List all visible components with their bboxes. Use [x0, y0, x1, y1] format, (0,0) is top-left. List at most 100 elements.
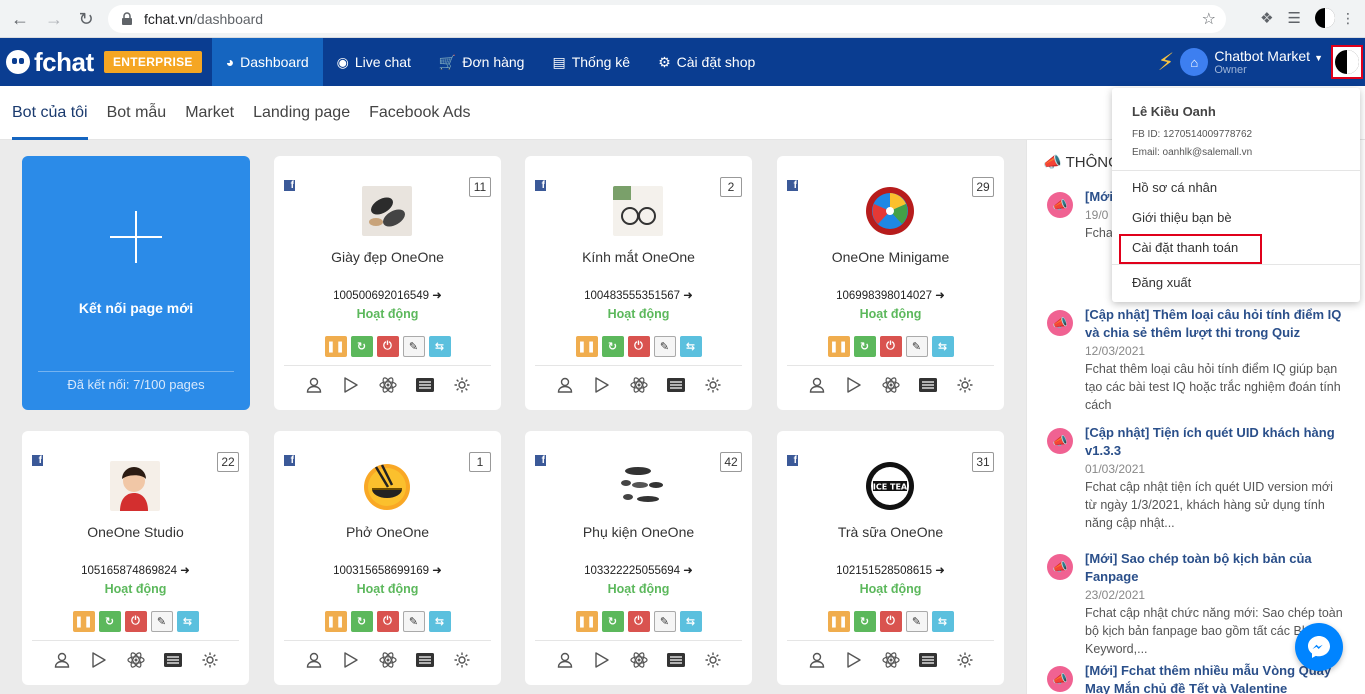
swap-button[interactable]: ⇆ [931, 336, 954, 357]
settings-gear-icon[interactable] [452, 650, 472, 670]
nav-statistics[interactable]: ▤ Thống kê [538, 38, 644, 86]
play-icon[interactable] [89, 650, 109, 670]
play-icon[interactable] [592, 650, 612, 670]
settings-gear-icon[interactable] [955, 375, 975, 395]
browser-menu-icon[interactable]: ⋮ [1341, 10, 1355, 27]
bot-card[interactable]: f 11 Giày đẹp OneOne 100500692016549 ➜ Hoạt … [274, 156, 501, 410]
sync-button[interactable]: ↻ [853, 611, 876, 632]
media-queue-icon[interactable]: ☰ [1288, 9, 1301, 27]
sync-button[interactable]: ↻ [350, 611, 373, 632]
bot-name[interactable]: Trà sữa OneOne [777, 524, 1004, 540]
bot-name[interactable]: OneOne Minigame [777, 249, 1004, 265]
list-card-icon[interactable] [415, 375, 435, 395]
list-card-icon[interactable] [163, 650, 183, 670]
play-icon[interactable] [592, 375, 612, 395]
shop-avatar[interactable]: ⌂ [1180, 48, 1209, 76]
list-card-icon[interactable] [666, 375, 686, 395]
power-button[interactable]: ⏻ [376, 336, 399, 357]
external-link-icon[interactable]: ➜ [683, 565, 693, 577]
tab-bot-templates[interactable]: Bot mẫu [107, 86, 167, 140]
news-headline[interactable]: [Cập nhật] Thêm loại câu hỏi tính điểm I… [1085, 306, 1347, 342]
edit-button[interactable]: ✎ [905, 611, 928, 632]
swap-button[interactable]: ⇆ [931, 611, 954, 632]
power-button[interactable]: ⏻ [124, 611, 147, 632]
nav-orders[interactable]: 🛒 Đơn hàng [425, 38, 539, 86]
menu-item-profile[interactable]: Hồ sơ cá nhân [1132, 180, 1217, 195]
tab-my-bots[interactable]: Bot của tôi [12, 86, 88, 140]
edit-button[interactable]: ✎ [653, 336, 676, 357]
bot-card[interactable]: f 42 Phụ kiện OneOne 103322225055694 ➜ Hoạt … [525, 431, 752, 685]
bot-card[interactable]: f 29 OneOne Minigame 106998398014027 ➜ Hoạt … [777, 156, 1004, 410]
menu-item-logout[interactable]: Đăng xuất [1132, 275, 1191, 290]
bot-card[interactable]: f 2 Kính mắt OneOne 100483555351567 ➜ Hoạt đ… [525, 156, 752, 410]
list-card-icon[interactable] [918, 375, 938, 395]
atom-icon[interactable] [378, 650, 398, 670]
bot-card[interactable]: f 1 Phở OneOne 100315658699169 ➜ Hoạt động ❚❚… [274, 431, 501, 685]
user-icon[interactable] [304, 650, 324, 670]
user-icon[interactable] [555, 650, 575, 670]
edit-button[interactable]: ✎ [653, 611, 676, 632]
user-icon[interactable] [807, 375, 827, 395]
settings-gear-icon[interactable] [200, 650, 220, 670]
menu-item-payment-settings[interactable]: Cài đặt thanh toán [1132, 240, 1238, 255]
swap-button[interactable]: ⇆ [428, 336, 451, 357]
play-icon[interactable] [844, 375, 864, 395]
messenger-chat-button[interactable] [1295, 623, 1343, 671]
atom-icon[interactable] [881, 650, 901, 670]
bookmark-star-icon[interactable]: ☆ [1202, 9, 1216, 29]
bolt-off-icon[interactable]: ⚡ [1158, 48, 1175, 77]
pause-button[interactable]: ❚❚ [827, 611, 850, 632]
swap-button[interactable]: ⇆ [176, 611, 199, 632]
edit-button[interactable]: ✎ [150, 611, 173, 632]
power-button[interactable]: ⏻ [376, 611, 399, 632]
edit-button[interactable]: ✎ [402, 611, 425, 632]
fchat-logo[interactable]: fchat [0, 47, 100, 78]
bot-card[interactable]: f 31 ICE TEA Trà sữa OneOne 102151528508615 … [777, 431, 1004, 685]
external-link-icon[interactable]: ➜ [683, 290, 693, 302]
sync-button[interactable]: ↻ [350, 336, 373, 357]
user-icon[interactable] [52, 650, 72, 670]
sync-button[interactable]: ↻ [601, 611, 624, 632]
power-button[interactable]: ⏻ [879, 336, 902, 357]
menu-item-refer-friends[interactable]: Giới thiệu bạn bè [1132, 210, 1232, 225]
list-card-icon[interactable] [415, 650, 435, 670]
external-link-icon[interactable]: ➜ [432, 565, 442, 577]
external-link-icon[interactable]: ➜ [935, 290, 945, 302]
user-icon[interactable] [555, 375, 575, 395]
settings-gear-icon[interactable] [452, 375, 472, 395]
atom-icon[interactable] [629, 650, 649, 670]
bot-name[interactable]: Kính mắt OneOne [525, 249, 752, 265]
atom-icon[interactable] [881, 375, 901, 395]
bot-card[interactable]: f 22 OneOne Studio 105165874869824 ➜ Hoạt độ… [22, 431, 249, 685]
edit-button[interactable]: ✎ [905, 336, 928, 357]
power-button[interactable]: ⏻ [627, 611, 650, 632]
swap-button[interactable]: ⇆ [428, 611, 451, 632]
atom-icon[interactable] [629, 375, 649, 395]
settings-gear-icon[interactable] [703, 650, 723, 670]
list-card-icon[interactable] [666, 650, 686, 670]
bot-name[interactable]: OneOne Studio [22, 524, 249, 540]
play-icon[interactable] [341, 375, 361, 395]
back-icon[interactable]: ← [4, 3, 36, 35]
user-icon[interactable] [807, 650, 827, 670]
bot-name[interactable]: Phở OneOne [274, 524, 501, 540]
extensions-icon[interactable]: ❖ [1260, 9, 1273, 27]
connect-new-page-card[interactable]: Kết nối page mới Đã kết nối: 7/100 pages [22, 156, 250, 410]
news-headline[interactable]: [Mới] Sao chép toàn bộ kịch bản của Fanp… [1085, 550, 1347, 586]
list-card-icon[interactable] [918, 650, 938, 670]
edit-button[interactable]: ✎ [402, 336, 425, 357]
sync-button[interactable]: ↻ [98, 611, 121, 632]
nav-shop-settings[interactable]: ⚙ Cài đặt shop [644, 38, 769, 86]
settings-gear-icon[interactable] [703, 375, 723, 395]
shop-switcher[interactable]: Chatbot Market ▼ Owner [1214, 49, 1323, 76]
news-headline[interactable]: [Cập nhật] Tiện ích quét UID khách hàng … [1085, 424, 1347, 460]
tab-landing-page[interactable]: Landing page [253, 86, 350, 140]
pause-button[interactable]: ❚❚ [575, 336, 598, 357]
power-button[interactable]: ⏻ [879, 611, 902, 632]
pause-button[interactable]: ❚❚ [324, 336, 347, 357]
forward-icon[interactable]: → [38, 3, 70, 35]
bot-name[interactable]: Phụ kiện OneOne [525, 524, 752, 540]
play-icon[interactable] [341, 650, 361, 670]
user-profile-button[interactable] [1331, 45, 1363, 79]
sync-button[interactable]: ↻ [601, 336, 624, 357]
